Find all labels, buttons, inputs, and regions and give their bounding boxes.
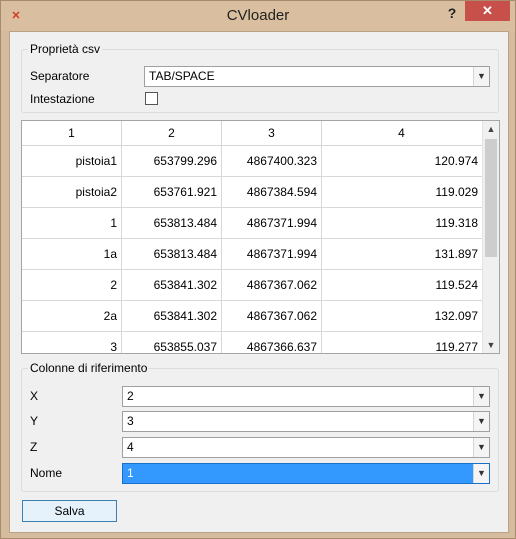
column-header-4[interactable]: 4 <box>322 121 481 145</box>
csv-properties-group: Proprietà csv Separatore TAB/SPACE ▼ Int… <box>21 42 499 113</box>
x-column-combo[interactable]: 2 ▼ <box>122 386 490 407</box>
table-row[interactable]: 1a 653813.484 4867371.994 131.897 <box>22 239 482 270</box>
table-cell[interactable]: 119.318 <box>322 208 482 238</box>
y-label: Y <box>30 414 39 428</box>
table-header: 1 2 3 4 <box>22 121 482 146</box>
separator-combo[interactable]: TAB/SPACE ▼ <box>144 66 490 87</box>
table-cell[interactable]: 3 <box>22 332 122 353</box>
table-row[interactable]: pistoia2 653761.921 4867384.594 119.029 <box>22 177 482 208</box>
y-column-combo[interactable]: 3 ▼ <box>122 411 490 432</box>
table-cell[interactable]: 1 <box>22 208 122 238</box>
column-header-2[interactable]: 2 <box>122 121 222 145</box>
table-cell[interactable]: 4867400.323 <box>222 146 322 176</box>
table-cell[interactable]: 4867367.062 <box>222 301 322 331</box>
window-title: CVloader <box>226 7 290 24</box>
table-cell[interactable]: 653813.484 <box>122 208 222 238</box>
table-row[interactable]: 2 653841.302 4867367.062 119.524 <box>22 270 482 301</box>
header-checkbox[interactable] <box>145 92 158 105</box>
table-cell[interactable]: 2a <box>22 301 122 331</box>
table-cell[interactable]: 131.897 <box>322 239 482 269</box>
table-cell[interactable]: 4867371.994 <box>222 208 322 238</box>
table-cell[interactable]: 4867384.594 <box>222 177 322 207</box>
chevron-down-icon[interactable]: ▼ <box>473 67 489 86</box>
dialog-body: Proprietà csv Separatore TAB/SPACE ▼ Int… <box>9 31 509 533</box>
help-button[interactable]: ? <box>441 3 463 23</box>
scrollbar-thumb[interactable] <box>485 139 497 257</box>
reference-columns-title: Colonne di riferimento <box>28 361 150 375</box>
app-window: ✕ CVloader ? ✕ Proprietà csv Separatore … <box>0 0 516 539</box>
z-column-value: 4 <box>127 440 134 454</box>
table-cell[interactable]: 2 <box>22 270 122 300</box>
chevron-down-icon[interactable]: ▼ <box>473 412 489 431</box>
table-cell[interactable]: 4867371.994 <box>222 239 322 269</box>
chevron-up-icon[interactable]: ▲ <box>483 121 499 137</box>
close-button[interactable]: ✕ <box>465 1 510 21</box>
column-header-1[interactable]: 1 <box>22 121 122 145</box>
vertical-scrollbar[interactable]: ▲ ▼ <box>482 121 499 353</box>
chevron-down-icon[interactable]: ▼ <box>483 337 499 353</box>
csv-properties-title: Proprietà csv <box>28 42 103 56</box>
table-cell[interactable]: 653813.484 <box>122 239 222 269</box>
name-label: Nome <box>30 466 63 480</box>
save-button[interactable]: Salva <box>22 500 117 522</box>
table-cell[interactable]: 653761.921 <box>122 177 222 207</box>
chevron-down-icon[interactable]: ▼ <box>473 387 489 406</box>
table-cell[interactable]: 120.974 <box>322 146 482 176</box>
table-cell[interactable]: pistoia2 <box>22 177 122 207</box>
table-cell[interactable]: 653841.302 <box>122 270 222 300</box>
z-column-combo[interactable]: 4 ▼ <box>122 437 490 458</box>
table-cell[interactable]: 119.277 <box>322 332 482 353</box>
z-label: Z <box>30 440 38 454</box>
title-bar[interactable]: ✕ CVloader ? ✕ <box>1 1 515 31</box>
table-row[interactable]: pistoia1 653799.296 4867400.323 120.974 <box>22 146 482 177</box>
table-cell[interactable]: 119.524 <box>322 270 482 300</box>
name-column-value: 1 <box>127 466 134 480</box>
table-row[interactable]: 1 653813.484 4867371.994 119.318 <box>22 208 482 239</box>
table-row[interactable]: 3 653855.037 4867366.637 119.277 <box>22 332 482 353</box>
table-row[interactable]: 2a 653841.302 4867367.062 132.097 <box>22 301 482 332</box>
y-column-value: 3 <box>127 414 134 428</box>
table-cell[interactable]: 1a <box>22 239 122 269</box>
header-label: Intestazione <box>30 92 95 106</box>
table-cell[interactable]: 119.029 <box>322 177 482 207</box>
table-cell[interactable]: 653841.302 <box>122 301 222 331</box>
table-cell[interactable]: 4867366.637 <box>222 332 322 353</box>
column-header-3[interactable]: 3 <box>222 121 322 145</box>
separator-label: Separatore <box>30 69 90 83</box>
reference-columns-group: Colonne di riferimento X 2 ▼ Y 3 ▼ Z 4 ▼… <box>21 361 499 492</box>
chevron-down-icon[interactable]: ▼ <box>473 438 489 457</box>
table-cell[interactable]: 132.097 <box>322 301 482 331</box>
x-label: X <box>30 389 39 403</box>
table-cell[interactable]: 653799.296 <box>122 146 222 176</box>
table-cell[interactable]: 653855.037 <box>122 332 222 353</box>
table-cell[interactable]: pistoia1 <box>22 146 122 176</box>
separator-value: TAB/SPACE <box>149 69 215 83</box>
table-cell[interactable]: 4867367.062 <box>222 270 322 300</box>
name-column-combo[interactable]: 1 ▼ <box>122 463 490 484</box>
data-table: 1 2 3 4 pistoia1 653799.296 4867400.323 … <box>21 120 500 354</box>
x-column-value: 2 <box>127 389 134 403</box>
chevron-down-icon[interactable]: ▼ <box>473 464 489 483</box>
